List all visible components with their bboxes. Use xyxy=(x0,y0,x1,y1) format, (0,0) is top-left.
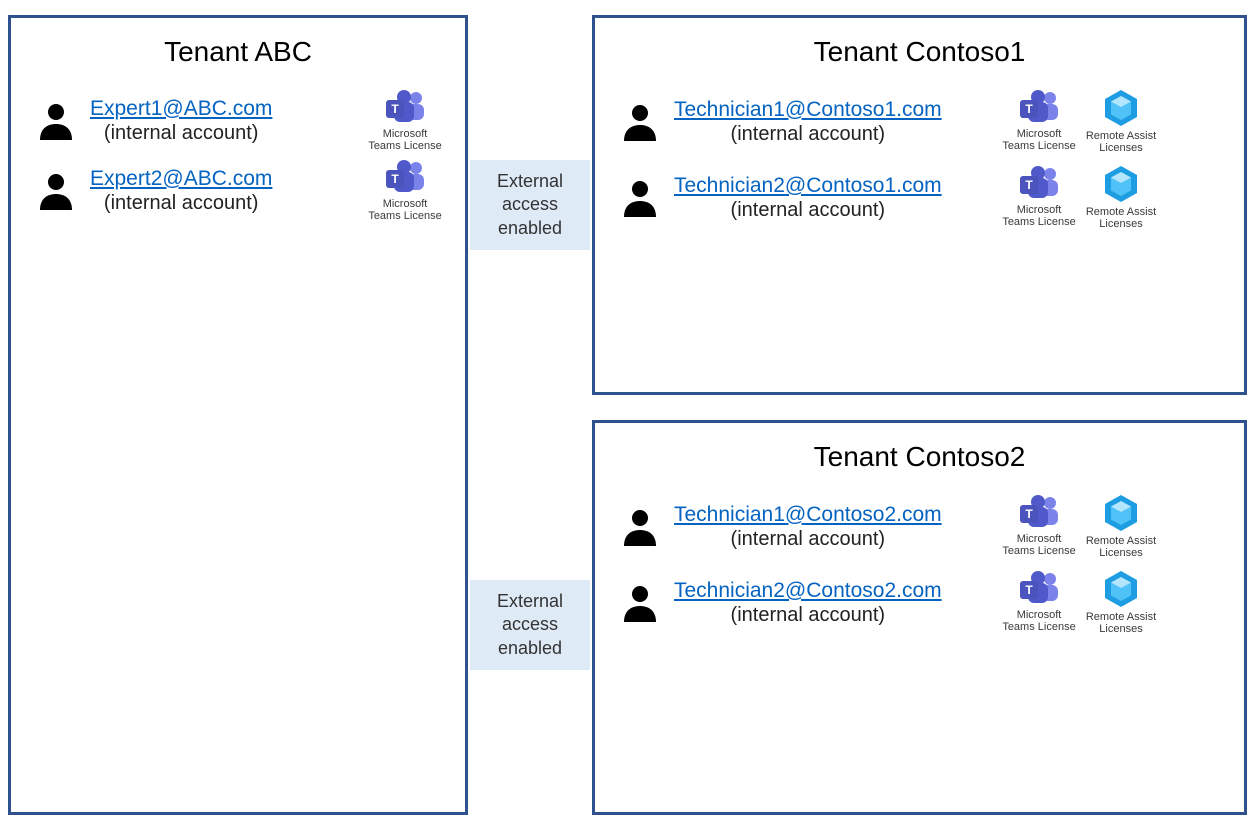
remote-assist-license: Remote Assist Licenses xyxy=(1082,493,1160,559)
user-row: Expert1@ABC.com (internal account) Micro… xyxy=(11,88,465,152)
account-type-label: (internal account) xyxy=(731,122,886,146)
user-email-link[interactable]: Technician1@Contoso1.com xyxy=(674,97,942,122)
user-row: Technician2@Contoso1.com (internal accou… xyxy=(595,164,1244,230)
user-row: Technician1@Contoso2.com (internal accou… xyxy=(595,493,1244,559)
teams-license: Microsoft Teams License xyxy=(1000,88,1078,154)
account-type-label: (internal account) xyxy=(104,191,259,215)
teams-icon xyxy=(384,88,426,126)
user-email-link[interactable]: Expert1@ABC.com xyxy=(90,96,272,121)
user-email-link[interactable]: Technician1@Contoso2.com xyxy=(674,502,942,527)
user-row: Technician2@Contoso2.com (internal accou… xyxy=(595,569,1244,635)
user-email-link[interactable]: Expert2@ABC.com xyxy=(90,166,272,191)
remote-assist-license: Remote Assist Licenses xyxy=(1082,164,1160,230)
person-icon xyxy=(36,100,76,140)
teams-license: Microsoft Teams License xyxy=(1000,569,1078,635)
remote-assist-icon xyxy=(1101,164,1141,204)
remote-assist-icon xyxy=(1101,569,1141,609)
person-icon xyxy=(620,177,660,217)
teams-license: Microsoft Teams License xyxy=(1000,164,1078,230)
remote-assist-icon xyxy=(1101,88,1141,128)
tenant-contoso1-title: Tenant Contoso1 xyxy=(595,36,1244,68)
tenant-contoso2-title: Tenant Contoso2 xyxy=(595,441,1244,473)
external-access-connector: External access enabled xyxy=(470,160,590,250)
person-icon xyxy=(620,101,660,141)
tenant-abc-box: Tenant ABC Expert1@ABC.com (internal acc… xyxy=(8,15,468,815)
remote-assist-icon xyxy=(1101,493,1141,533)
external-access-connector: External access enabled xyxy=(470,580,590,670)
tenant-abc-title: Tenant ABC xyxy=(11,36,465,68)
teams-icon xyxy=(384,158,426,196)
person-icon xyxy=(36,170,76,210)
person-icon xyxy=(620,582,660,622)
remote-assist-license: Remote Assist Licenses xyxy=(1082,569,1160,635)
teams-icon xyxy=(1018,569,1060,607)
teams-license: Microsoft Teams License xyxy=(366,158,444,222)
person-icon xyxy=(620,506,660,546)
account-type-label: (internal account) xyxy=(731,198,886,222)
remote-assist-license: Remote Assist Licenses xyxy=(1082,88,1160,154)
teams-icon xyxy=(1018,88,1060,126)
tenant-contoso2-box: Tenant Contoso2 Technician1@Contoso2.com… xyxy=(592,420,1247,815)
teams-icon xyxy=(1018,164,1060,202)
user-email-link[interactable]: Technician2@Contoso2.com xyxy=(674,578,942,603)
user-row: Technician1@Contoso1.com (internal accou… xyxy=(595,88,1244,154)
teams-icon xyxy=(1018,493,1060,531)
tenant-contoso1-box: Tenant Contoso1 Technician1@Contoso1.com… xyxy=(592,15,1247,395)
teams-license: Microsoft Teams License xyxy=(1000,493,1078,559)
account-type-label: (internal account) xyxy=(731,603,886,627)
account-type-label: (internal account) xyxy=(731,527,886,551)
account-type-label: (internal account) xyxy=(104,121,259,145)
user-row: Expert2@ABC.com (internal account) Micro… xyxy=(11,158,465,222)
teams-license: Microsoft Teams License xyxy=(366,88,444,152)
user-email-link[interactable]: Technician2@Contoso1.com xyxy=(674,173,942,198)
